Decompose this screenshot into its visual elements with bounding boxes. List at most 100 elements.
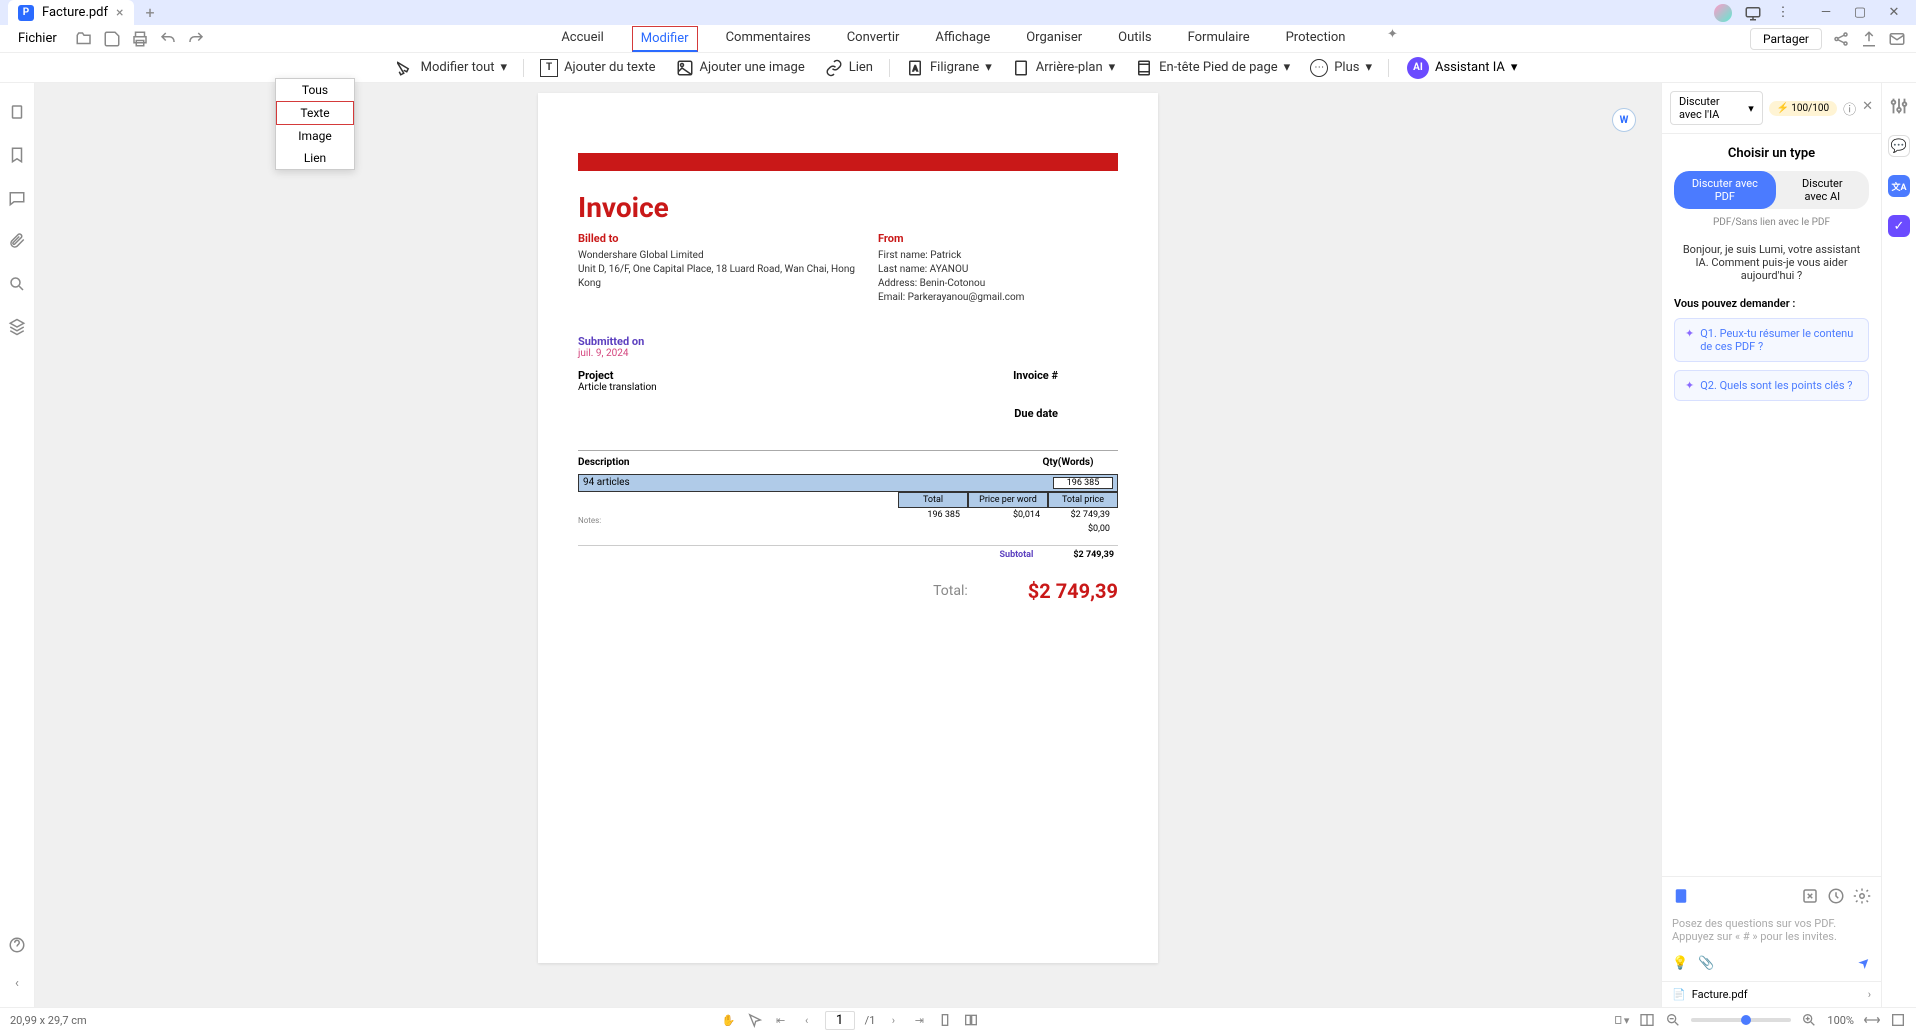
- dropdown-link[interactable]: Lien: [276, 147, 354, 169]
- tab-convertir[interactable]: Convertir: [839, 26, 908, 52]
- history-icon[interactable]: [1827, 887, 1845, 905]
- tab-formulaire[interactable]: Formulaire: [1180, 26, 1258, 52]
- chat-pdf-button[interactable]: Discuter avec PDF: [1674, 171, 1776, 209]
- thumbnail-icon[interactable]: [8, 103, 26, 121]
- read-mode-icon[interactable]: [1639, 1012, 1655, 1028]
- add-image-button[interactable]: Ajouter une image: [668, 55, 813, 81]
- email-icon[interactable]: [1888, 30, 1906, 48]
- sparkle-icon[interactable]: ✦: [1383, 26, 1401, 44]
- user-avatar[interactable]: [1714, 4, 1732, 22]
- search-icon[interactable]: [8, 275, 26, 293]
- header-footer-button[interactable]: En-tête Pied de page ▾: [1127, 55, 1298, 81]
- credits-badge[interactable]: ⚡ 100/100: [1769, 101, 1837, 116]
- save-icon[interactable]: [103, 30, 121, 48]
- watermark-button[interactable]: A Filigrane ▾: [898, 55, 1000, 81]
- print-icon[interactable]: [131, 30, 149, 48]
- new-tab-button[interactable]: +: [138, 3, 163, 22]
- hand-tool-icon[interactable]: ✋: [721, 1012, 737, 1028]
- chat-icon[interactable]: 💬: [1888, 135, 1910, 157]
- suggested-q1[interactable]: ✦ Q1. Peux-tu résumer le contenu de ces …: [1674, 318, 1869, 362]
- word-export-badge[interactable]: W: [1612, 108, 1636, 132]
- tab-modifier[interactable]: Modifier: [632, 26, 698, 52]
- background-button[interactable]: Arrière-plan ▾: [1004, 55, 1123, 81]
- zoom-slider[interactable]: [1691, 1018, 1791, 1022]
- document-tab[interactable]: P Facture.pdf ×: [8, 0, 134, 25]
- close-tab-icon[interactable]: ×: [116, 5, 123, 21]
- first-page-icon[interactable]: ⇤: [773, 1012, 789, 1028]
- ai-mode-dropdown[interactable]: Discuter avec l'IA ▾: [1670, 91, 1763, 125]
- chevron-down-icon: ▾: [1748, 102, 1754, 115]
- tab-accueil[interactable]: Accueil: [553, 26, 611, 52]
- collapse-icon[interactable]: ‹: [8, 974, 26, 992]
- tab-outils[interactable]: Outils: [1110, 26, 1159, 52]
- doc-icon[interactable]: [1672, 887, 1690, 905]
- help-icon[interactable]: ⓘ: [1843, 99, 1856, 118]
- attachment-icon[interactable]: [8, 232, 26, 250]
- bulb-icon[interactable]: 💡: [1672, 956, 1688, 971]
- more-icon: ⋯: [1310, 59, 1328, 77]
- chevron-right-icon: ›: [1868, 988, 1871, 1001]
- suggested-q2[interactable]: ✦ Q2. Quels sont les points clés ?: [1674, 370, 1869, 401]
- more-button[interactable]: ⋯ Plus ▾: [1302, 55, 1380, 81]
- settings-panel-icon[interactable]: [1888, 95, 1910, 117]
- desc-header: Description: [578, 457, 1018, 468]
- share-button[interactable]: Partager: [1750, 28, 1822, 50]
- page-input[interactable]: [825, 1011, 855, 1030]
- attach-icon[interactable]: 📎: [1698, 956, 1714, 971]
- dropdown-text[interactable]: Texte: [276, 101, 354, 125]
- expand-icon[interactable]: [1801, 887, 1819, 905]
- next-page-icon[interactable]: ›: [885, 1012, 901, 1028]
- modify-all-button[interactable]: Modifier tout ▾: [389, 55, 515, 81]
- share-nodes-icon[interactable]: [1832, 30, 1850, 48]
- tab-commentaires[interactable]: Commentaires: [718, 26, 819, 52]
- pdf-page: Invoice Billed to Wondershare Global Lim…: [538, 93, 1158, 963]
- prev-page-icon[interactable]: ‹: [799, 1012, 815, 1028]
- dropdown-image[interactable]: Image: [276, 125, 354, 147]
- background-icon: [1012, 59, 1030, 77]
- document-area[interactable]: W Invoice Billed to Wondershare Global L…: [35, 83, 1661, 1007]
- bookmark-icon[interactable]: [8, 146, 26, 164]
- select-tool-icon[interactable]: [747, 1012, 763, 1028]
- tab-affichage[interactable]: Affichage: [927, 26, 998, 52]
- zoom-out-icon[interactable]: [1665, 1012, 1681, 1028]
- chat-ai-button[interactable]: Discuter avec AI: [1776, 171, 1869, 209]
- open-icon[interactable]: [75, 30, 93, 48]
- sparkle-icon: ✦: [1685, 379, 1694, 392]
- subtotal-value: $2 749,39: [1073, 550, 1114, 560]
- comment-icon[interactable]: [8, 189, 26, 207]
- message-icon[interactable]: [1744, 4, 1762, 22]
- redo-icon[interactable]: [187, 30, 205, 48]
- zoom-in-icon[interactable]: [1801, 1012, 1817, 1028]
- layers-icon[interactable]: [8, 318, 26, 336]
- last-page-icon[interactable]: ⇥: [911, 1012, 927, 1028]
- close-button[interactable]: ✕: [1880, 3, 1908, 23]
- ai-assistant-button[interactable]: AI Assistant IA ▾: [1397, 53, 1527, 83]
- link-button[interactable]: Lien: [817, 55, 881, 81]
- fit-width-icon[interactable]: [1864, 1012, 1880, 1028]
- view-mode-icon[interactable]: ▾: [1613, 1012, 1629, 1028]
- help-icon[interactable]: [8, 936, 26, 954]
- tab-organiser[interactable]: Organiser: [1018, 26, 1090, 52]
- translate-ai-icon[interactable]: 文A: [1888, 175, 1910, 197]
- single-page-icon[interactable]: [937, 1012, 953, 1028]
- undo-icon[interactable]: [159, 30, 177, 48]
- minimize-button[interactable]: —: [1812, 3, 1840, 23]
- dropdown-all[interactable]: Tous: [276, 79, 354, 101]
- two-page-icon[interactable]: [963, 1012, 979, 1028]
- check-ai-icon[interactable]: ✓: [1888, 215, 1910, 237]
- more-icon[interactable]: ⋮: [1774, 4, 1792, 22]
- due-date-label: Due date: [1013, 407, 1058, 420]
- close-panel-icon[interactable]: ✕: [1862, 99, 1873, 118]
- ai-file-ref[interactable]: 📄 Facture.pdf ›: [1662, 981, 1881, 1007]
- status-bar: 20,99 x 29,7 cm ✋ ⇤ ‹ /1 › ⇥ ▾ 100%: [0, 1007, 1916, 1032]
- file-menu[interactable]: Fichier: [10, 29, 65, 48]
- tab-protection[interactable]: Protection: [1278, 26, 1354, 52]
- settings-icon[interactable]: [1853, 887, 1871, 905]
- upload-icon[interactable]: [1860, 30, 1878, 48]
- maximize-button[interactable]: ▢: [1846, 3, 1874, 23]
- fullscreen-icon[interactable]: [1890, 1012, 1906, 1028]
- send-icon[interactable]: ➤: [1855, 953, 1875, 973]
- ai-input[interactable]: Posez des questions sur vos PDF. Appuyez…: [1672, 913, 1871, 947]
- edit-icon: [397, 59, 415, 77]
- add-text-button[interactable]: T Ajouter du texte: [532, 55, 663, 81]
